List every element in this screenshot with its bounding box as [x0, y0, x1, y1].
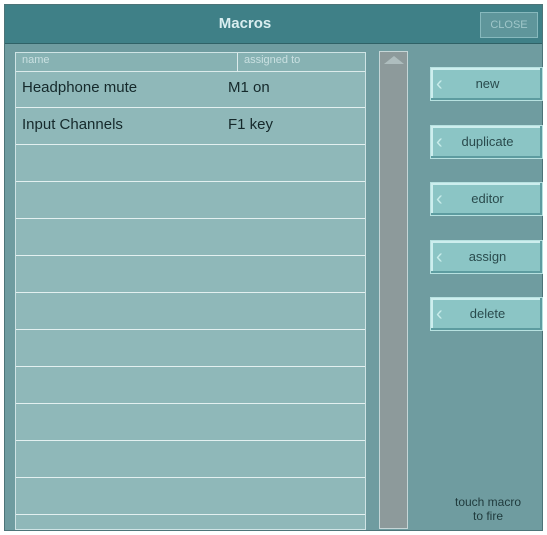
table-row[interactable]: Input Channels F1 key — [16, 109, 365, 145]
fire-hint: touch macro to fire — [429, 495, 547, 523]
table-row[interactable]: Headphone mute M1 on — [16, 72, 365, 108]
table-row[interactable] — [16, 479, 365, 515]
duplicate-button-label: duplicate — [461, 134, 514, 149]
list-scrollbar[interactable] — [379, 51, 408, 529]
macro-assigned-to: F1 key — [228, 116, 274, 133]
new-button[interactable]: ‹ new — [430, 67, 543, 101]
macro-name: Input Channels — [22, 116, 123, 133]
fire-hint-line2: to fire — [472, 509, 503, 523]
table-row[interactable] — [16, 405, 365, 441]
assign-button-label: assign — [468, 249, 507, 264]
table-row[interactable] — [16, 220, 365, 256]
table-row[interactable] — [16, 368, 365, 404]
title-bar: Macros CLOSE — [5, 5, 542, 44]
scroll-up-arrow-icon[interactable] — [384, 56, 404, 64]
editor-button-label: editor — [471, 191, 504, 206]
list-header: name assigned to — [16, 53, 365, 72]
window-title: Macros — [218, 15, 272, 32]
editor-button[interactable]: ‹ editor — [430, 182, 543, 216]
table-row[interactable] — [16, 257, 365, 293]
macros-window: Macros CLOSE name assigned to Headphone … — [4, 4, 543, 531]
table-row[interactable] — [16, 294, 365, 330]
column-divider — [237, 53, 238, 71]
column-header-assigned-to[interactable]: assigned to — [244, 54, 300, 66]
table-row[interactable] — [16, 331, 365, 367]
column-header-name[interactable]: name — [22, 54, 50, 66]
fire-hint-line1: touch macro — [454, 495, 522, 509]
new-button-label: new — [475, 76, 500, 91]
table-row[interactable] — [16, 183, 365, 219]
assign-button[interactable]: ‹ assign — [430, 240, 543, 274]
delete-button[interactable]: ‹ delete — [430, 297, 543, 331]
macro-assigned-to: M1 on — [228, 79, 270, 96]
close-button[interactable]: CLOSE — [480, 12, 538, 38]
duplicate-button[interactable]: ‹ duplicate — [430, 125, 543, 159]
macro-name: Headphone mute — [22, 79, 138, 96]
table-row[interactable] — [16, 146, 365, 182]
table-row[interactable] — [16, 442, 365, 478]
delete-button-label: delete — [469, 306, 506, 321]
macro-list[interactable]: name assigned to Headphone mute M1 on In… — [15, 52, 366, 530]
